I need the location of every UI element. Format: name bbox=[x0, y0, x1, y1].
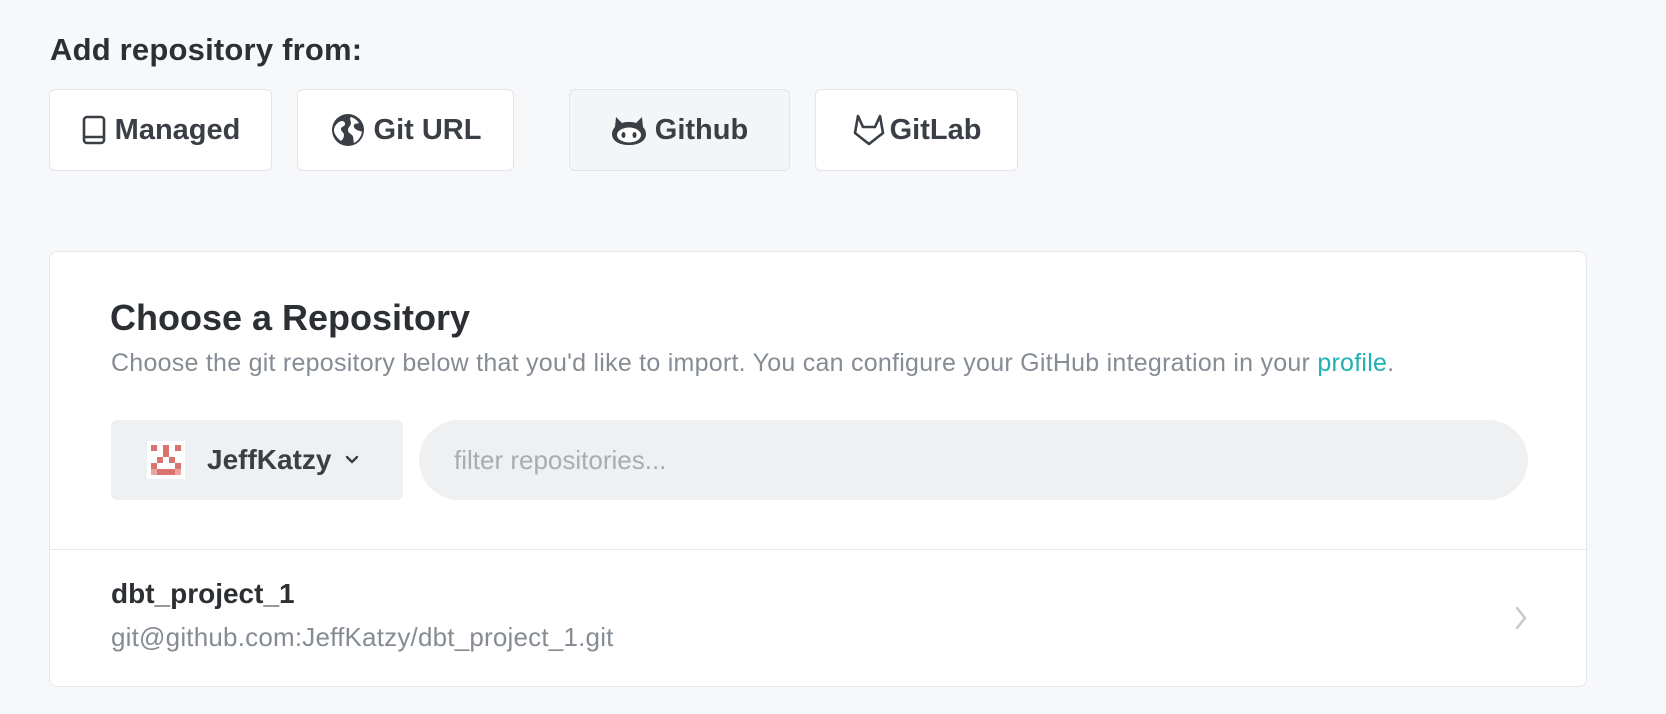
page-title: Add repository from: bbox=[50, 32, 363, 67]
globe-icon bbox=[330, 112, 366, 148]
identicon-avatar bbox=[147, 441, 185, 479]
book-icon bbox=[81, 115, 107, 145]
repository-url: git@github.com:JeffKatzy/dbt_project_1.g… bbox=[111, 622, 614, 652]
card-description: Choose the git repository below that you… bbox=[111, 349, 1394, 378]
gitlab-icon bbox=[852, 113, 886, 147]
source-tab-label: Git URL bbox=[373, 113, 482, 146]
organization-name: JeffKatzy bbox=[207, 444, 332, 475]
source-tab-label: Github bbox=[654, 113, 749, 146]
chevron-down-icon bbox=[345, 455, 359, 465]
source-tab-git-url[interactable]: Git URL bbox=[297, 89, 514, 171]
choose-repository-card: Choose a Repository Choose the git repos… bbox=[49, 251, 1587, 687]
add-repository-page: Add repository from: Managed Git URL Git… bbox=[0, 0, 1666, 714]
profile-link[interactable]: profile bbox=[1317, 349, 1387, 377]
organization-selector[interactable]: JeffKatzy bbox=[111, 420, 403, 500]
source-tab-managed[interactable]: Managed bbox=[49, 89, 272, 171]
source-tab-label: GitLab bbox=[889, 113, 982, 146]
description-text: Choose the git repository below that you… bbox=[111, 349, 1318, 377]
repository-name: dbt_project_1 bbox=[111, 578, 295, 609]
filter-repositories-input[interactable] bbox=[419, 420, 1528, 500]
card-title: Choose a Repository bbox=[110, 297, 471, 338]
source-tab-github[interactable]: Github bbox=[569, 89, 790, 171]
source-tab-gitlab[interactable]: GitLab bbox=[815, 89, 1018, 171]
source-tab-label: Managed bbox=[114, 113, 241, 146]
chevron-right-icon bbox=[1514, 605, 1528, 636]
repository-row[interactable]: dbt_project_1 git@github.com:JeffKatzy/d… bbox=[50, 550, 1586, 687]
github-icon bbox=[611, 114, 647, 146]
description-end: . bbox=[1387, 349, 1395, 377]
